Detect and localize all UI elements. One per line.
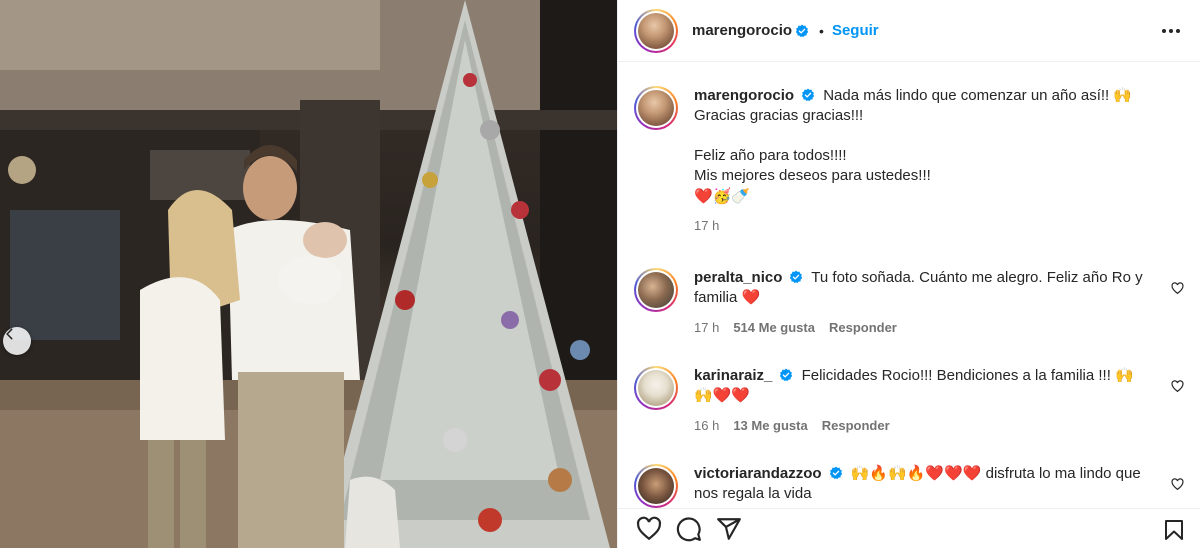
ornament bbox=[539, 369, 561, 391]
reindeer-decor bbox=[345, 476, 400, 548]
ornament bbox=[395, 290, 415, 310]
comment-icon bbox=[676, 516, 701, 541]
comment-text: victoriarandazzoo 🙌🔥🙌🔥❤️❤️❤️ disfruta lo… bbox=[694, 464, 1149, 504]
ornament bbox=[443, 428, 467, 452]
carousel-prev-button[interactable] bbox=[3, 327, 31, 355]
comment-item: karinaraiz_ Felicidades Rocio!!! Bendici… bbox=[634, 366, 1184, 433]
heart-icon[interactable] bbox=[1171, 380, 1184, 393]
save-button[interactable] bbox=[1162, 517, 1186, 548]
verified-badge-icon bbox=[790, 270, 803, 284]
post-actions-bar bbox=[618, 508, 1200, 548]
bookmark-icon bbox=[1165, 520, 1183, 540]
comment-meta: 17 h 514 Me gusta Responder bbox=[694, 320, 1149, 335]
caption-text: marengorocio Nada más lindo que comenzar… bbox=[694, 86, 1149, 206]
caption-line: Mis mejores deseos para ustedes!!! bbox=[694, 167, 931, 184]
ornament bbox=[478, 508, 502, 532]
comment-item: peralta_nico Tu foto soñada. Cuánto me a… bbox=[634, 268, 1184, 335]
photo-scene bbox=[0, 0, 617, 548]
verified-badge-icon bbox=[795, 24, 809, 37]
comment-text: peralta_nico Tu foto soñada. Cuánto me a… bbox=[694, 268, 1149, 308]
ceiling-light bbox=[0, 0, 380, 70]
woman-dress bbox=[140, 277, 225, 440]
caption-meta: 17 h bbox=[694, 218, 1149, 233]
ornament bbox=[480, 120, 500, 140]
heart-icon[interactable] bbox=[1171, 282, 1184, 295]
caption-line: Feliz año para todos!!!! bbox=[694, 147, 847, 164]
comment-text: karinaraiz_ Felicidades Rocio!!! Bendici… bbox=[694, 366, 1149, 406]
man-head bbox=[243, 156, 297, 220]
commenter-avatar[interactable] bbox=[634, 366, 678, 410]
commenter-username[interactable]: victoriarandazzoo bbox=[694, 465, 822, 482]
caption-author-username[interactable]: marengorocio bbox=[694, 87, 794, 104]
caption-emoji-line: ❤️🥳🍼 bbox=[694, 187, 751, 205]
post-photo bbox=[0, 0, 617, 548]
ornament bbox=[570, 340, 590, 360]
commenter-avatar[interactable] bbox=[634, 268, 678, 312]
verified-badge-icon bbox=[780, 368, 793, 382]
commenter-username[interactable]: karinaraiz_ bbox=[694, 367, 772, 384]
share-button[interactable] bbox=[716, 516, 742, 542]
ornament bbox=[422, 172, 438, 188]
verified-badge-icon bbox=[801, 88, 815, 102]
caption-line: Nada más lindo que comenzar un año así!!… bbox=[823, 87, 1133, 104]
verified-badge-icon bbox=[829, 466, 842, 480]
author-username[interactable]: marengorocio bbox=[692, 22, 792, 39]
comment-time[interactable]: 16 h bbox=[694, 418, 719, 433]
heart-icon[interactable] bbox=[1171, 478, 1184, 491]
baby-blanket bbox=[278, 256, 342, 304]
comment-button[interactable] bbox=[676, 516, 702, 542]
caption-line: Gracias gracias gracias!!! bbox=[694, 107, 864, 124]
ornament bbox=[511, 201, 529, 219]
heart-icon bbox=[636, 516, 662, 540]
ornament bbox=[463, 73, 477, 87]
like-button[interactable] bbox=[636, 516, 662, 542]
more-options-icon[interactable] bbox=[1162, 21, 1186, 41]
follow-button[interactable]: Seguir bbox=[832, 22, 879, 39]
comments-scroll-area[interactable]: marengorocio Nada más lindo que comenzar… bbox=[618, 62, 1200, 508]
man-pants bbox=[238, 372, 344, 548]
post-header: marengorocio • Seguir bbox=[618, 0, 1200, 62]
share-icon bbox=[717, 517, 741, 540]
comment-meta: 16 h 13 Me gusta Responder bbox=[694, 418, 1149, 433]
woman-boot bbox=[148, 440, 174, 548]
baby bbox=[303, 222, 347, 258]
comment-item: victoriarandazzoo 🙌🔥🙌🔥❤️❤️❤️ disfruta lo… bbox=[634, 464, 1184, 508]
ornament bbox=[548, 468, 572, 492]
separator-dot: • bbox=[819, 22, 824, 39]
ornament bbox=[501, 311, 519, 329]
reply-button[interactable]: Responder bbox=[829, 320, 897, 335]
comment-likes[interactable]: 514 Me gusta bbox=[733, 320, 815, 335]
chandelier bbox=[8, 156, 36, 184]
chevron-left-icon bbox=[6, 328, 13, 340]
caption-time[interactable]: 17 h bbox=[694, 218, 719, 233]
woman-boot bbox=[180, 440, 206, 548]
commenter-avatar[interactable] bbox=[634, 464, 678, 508]
comment-time[interactable]: 17 h bbox=[694, 320, 719, 335]
tv-screen bbox=[10, 210, 120, 340]
post-side-panel: marengorocio • Seguir marengorocio Nada … bbox=[617, 0, 1200, 548]
comment-likes[interactable]: 13 Me gusta bbox=[733, 418, 807, 433]
commenter-username[interactable]: peralta_nico bbox=[694, 269, 782, 286]
reply-button[interactable]: Responder bbox=[822, 418, 890, 433]
post-caption: marengorocio Nada más lindo que comenzar… bbox=[634, 86, 1184, 233]
caption-author-avatar[interactable] bbox=[634, 86, 678, 130]
author-avatar[interactable] bbox=[634, 8, 678, 53]
